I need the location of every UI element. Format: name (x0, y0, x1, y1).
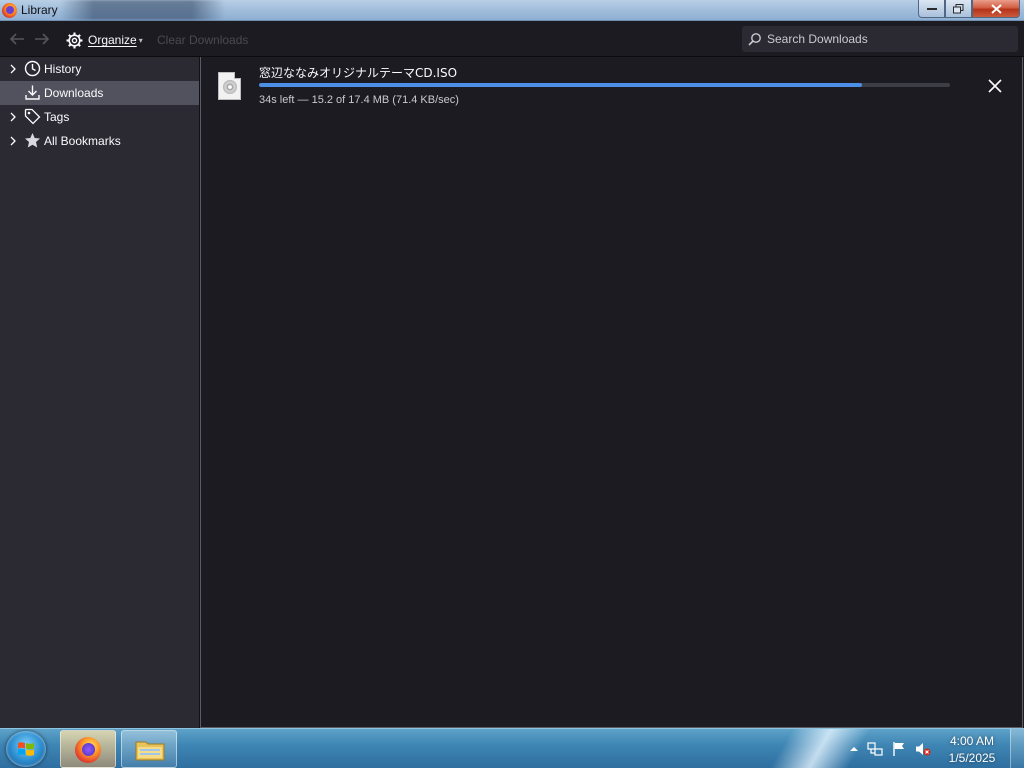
arrow-right-icon (35, 33, 50, 45)
back-button[interactable] (8, 30, 26, 48)
clock-date[interactable]: 1/5/2025 (930, 751, 1014, 765)
sidebar-item-tags[interactable]: Tags (0, 105, 199, 129)
minimize-icon (926, 7, 937, 10)
close-icon (990, 3, 1002, 14)
downloads-list: 窓辺ななみオリジナルテーマCD.ISO 34s left — 15.2 of 1… (200, 57, 1023, 728)
titlebar-glass-reflection (60, 0, 225, 20)
window-titlebar[interactable]: Library (0, 0, 1024, 21)
download-progress-bar (259, 83, 950, 87)
sidebar-item-all-bookmarks[interactable]: All Bookmarks (0, 129, 199, 153)
close-icon (988, 79, 1002, 93)
windows-logo-icon (18, 742, 34, 756)
restore-icon (953, 3, 964, 13)
search-input[interactable] (767, 32, 1007, 46)
chevron-right-icon[interactable] (8, 63, 18, 75)
close-window-button[interactable] (972, 0, 1020, 18)
firefox-icon (75, 737, 101, 763)
arrow-left-icon (9, 33, 24, 45)
chevron-right-icon[interactable] (8, 111, 18, 123)
start-button[interactable] (6, 731, 46, 767)
chevron-right-icon[interactable] (8, 135, 18, 147)
cd-disc-icon (223, 80, 237, 94)
clock-time[interactable]: 4:00 AM (930, 734, 1014, 748)
taskbar-explorer-button[interactable] (121, 730, 177, 768)
clock-icon (24, 60, 41, 77)
taskbar-firefox-button[interactable] (60, 730, 116, 768)
windows-taskbar: 4:00 AM 1/5/2025 (0, 728, 1024, 768)
sidebar-item-label: History (44, 62, 82, 76)
show-desktop-button[interactable] (1010, 729, 1024, 768)
restore-button[interactable] (945, 0, 972, 18)
download-icon (25, 85, 40, 100)
organize-menu-button[interactable]: Organize ▾ (66, 31, 143, 49)
search-icon (748, 33, 761, 46)
tag-icon (24, 108, 41, 125)
chevron-down-icon: ▾ (138, 35, 143, 45)
library-sidebar: History Downloads Tags All Bookmarks (0, 57, 200, 728)
library-toolbar: Organize ▾ Clear Downloads (0, 21, 1024, 57)
firefox-app-icon (2, 3, 17, 18)
file-explorer-icon (135, 741, 165, 761)
volume-muted-icon[interactable] (915, 741, 931, 757)
window-title: Library (21, 3, 58, 17)
star-icon (25, 133, 40, 148)
sidebar-item-label: Downloads (44, 86, 104, 100)
clear-downloads-button[interactable]: Clear Downloads (157, 33, 248, 47)
forward-button[interactable] (33, 30, 51, 48)
window-controls (918, 0, 1020, 18)
minimize-button[interactable] (918, 0, 945, 18)
disc-image-file-icon (218, 72, 241, 100)
sidebar-item-label: Tags (44, 110, 70, 124)
download-progress-fill (259, 83, 863, 87)
sidebar-item-history[interactable]: History (0, 57, 199, 81)
sidebar-item-label: All Bookmarks (44, 134, 121, 148)
action-center-flag-icon[interactable] (891, 741, 907, 757)
network-icon[interactable] (867, 741, 883, 757)
show-hidden-icons-icon[interactable] (846, 741, 862, 757)
download-item[interactable]: 窓辺ななみオリジナルテーマCD.ISO 34s left — 15.2 of 1… (201, 57, 1022, 113)
download-filename: 窓辺ななみオリジナルテーマCD.ISO (259, 66, 458, 80)
gear-icon (66, 32, 83, 48)
organize-label: Organize (88, 33, 137, 47)
sidebar-item-downloads[interactable]: Downloads (0, 81, 199, 105)
download-status: 34s left — 15.2 of 17.4 MB (71.4 KB/sec) (259, 94, 459, 106)
cancel-download-button[interactable] (985, 76, 1005, 96)
search-downloads-box[interactable] (742, 26, 1018, 52)
